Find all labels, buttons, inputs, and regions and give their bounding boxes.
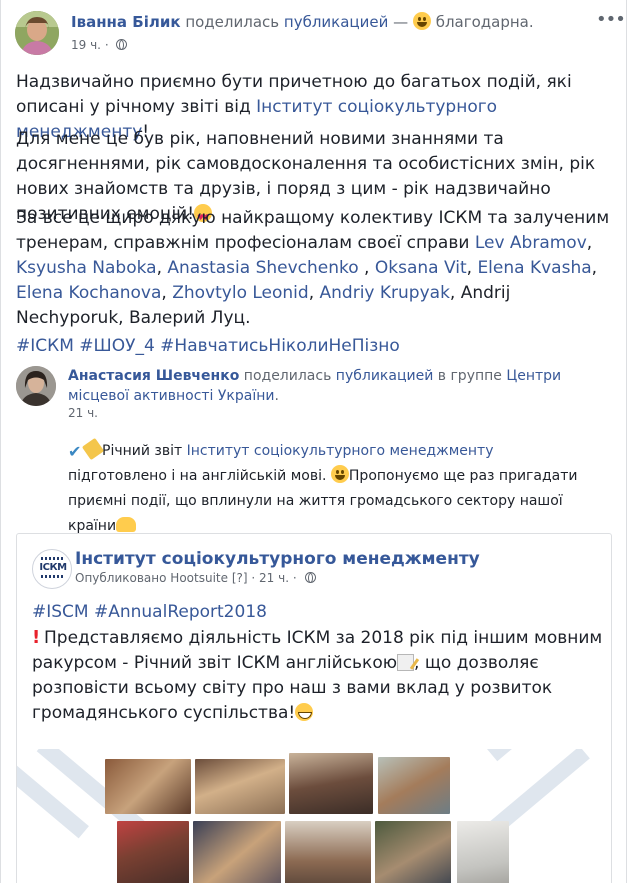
decor-stripe <box>487 749 611 762</box>
shared-text-part: Річний звіт <box>102 443 187 459</box>
post-link[interactable]: публикацией <box>284 13 388 31</box>
shared-post-link[interactable]: публикацией <box>336 368 434 384</box>
globe-icon[interactable] <box>116 39 128 50</box>
separator: , <box>358 258 375 278</box>
author-avatar[interactable] <box>15 11 59 55</box>
tag-person[interactable]: Anastasia Shevchenko <box>167 258 358 278</box>
institute-logo[interactable]: ІСКМ <box>32 549 72 589</box>
shared-header: Анастасия Шевченко поделилась публикацие… <box>68 366 608 406</box>
separator: , <box>466 258 478 278</box>
annual-report-image[interactable] <box>17 749 611 883</box>
tag-person[interactable]: Lev Abramov <box>475 233 587 253</box>
grinning-face-icon <box>295 703 314 721</box>
shared-action: поделилась <box>243 368 332 384</box>
meta-dot: · <box>292 571 297 585</box>
shared-author-name[interactable]: Анастасия Шевченко <box>68 368 239 384</box>
action-text: поделилась <box>185 13 280 31</box>
author-name[interactable]: Іванна Білик <box>71 13 181 31</box>
hashtag[interactable]: #ШОУ_4 <box>79 336 154 356</box>
report-photo <box>195 759 285 814</box>
card-time[interactable]: 21 ч. <box>259 571 289 585</box>
feed-post: Іванна Білик поделилась публикацией — бл… <box>0 0 627 883</box>
tag-person[interactable]: Oksana Vit <box>375 258 467 278</box>
report-photo <box>105 759 191 814</box>
separator: , <box>161 283 173 303</box>
dash: — <box>393 13 409 31</box>
card-meta: Опубликовано Hootsuite [?] · 21 ч. · <box>75 571 316 585</box>
report-photo <box>375 821 451 883</box>
period: . <box>274 388 279 404</box>
separator: , <box>591 258 598 278</box>
open-hands-icon <box>116 517 137 532</box>
logo-text: ІСКМ <box>39 562 67 573</box>
shared-text-part: підготовлено і на англійській мові. <box>68 468 331 484</box>
meta-dot: · <box>251 571 256 585</box>
report-photo <box>193 821 281 883</box>
tag-person[interactable]: Ksyusha Naboka <box>16 258 157 278</box>
globe-icon[interactable] <box>304 572 316 583</box>
report-photo <box>285 821 371 883</box>
shared-page-card[interactable]: ІСКМ Інститут соціокультурного менеджмен… <box>16 533 612 883</box>
more-horizontal-icon[interactable]: ••• <box>596 11 626 30</box>
shared-author-avatar[interactable] <box>16 366 56 406</box>
separator: , <box>308 283 320 303</box>
report-photo <box>289 753 373 814</box>
meta-dot: · <box>104 38 109 52</box>
feeling-text: благодарна. <box>435 13 534 31</box>
memo-icon <box>397 654 415 671</box>
shared-text: ✔ Річний звіт Інститут соціокультурного м… <box>68 437 588 539</box>
help-link[interactable]: [?] <box>232 571 248 585</box>
tag-person[interactable]: Zhovtylo Leonid <box>172 283 308 303</box>
hashtag[interactable]: #ІСКМ <box>16 336 74 356</box>
tag-person[interactable]: Elena Kochanova <box>16 283 161 303</box>
hashtag[interactable]: #НавчатисьНіколиНеПізно <box>160 336 400 356</box>
post-header: Іванна Білик поделилась публикацией — бл… <box>71 12 534 32</box>
tag-person[interactable]: Elena Kvasha <box>477 258 591 278</box>
report-photo <box>117 821 189 883</box>
post-meta: 19 ч. · <box>71 38 128 52</box>
separator: , <box>156 258 168 278</box>
post-paragraph-3: За все це щиро дякую найкращому колектив… <box>16 206 616 331</box>
exclamation-icon: ! <box>32 627 41 648</box>
post-time[interactable]: 19 ч. <box>71 38 101 52</box>
pencil-icon <box>81 437 105 461</box>
report-photo <box>378 757 450 814</box>
tag-person[interactable]: Andriy Krupyak <box>320 283 450 303</box>
published-label: Опубликовано <box>75 571 167 585</box>
hashtags: #ІСКМ #ШОУ_4 #НавчатисьНіколиНеПізно <box>16 334 400 359</box>
in-group-text: в группе <box>437 368 502 384</box>
page-name[interactable]: Інститут соціокультурного менеджменту <box>75 549 480 569</box>
shared-institute-link[interactable]: Інститут соціокультурного менеджменту <box>187 443 494 459</box>
shared-time[interactable]: 21 ч. <box>68 406 98 420</box>
separator: , <box>586 233 593 253</box>
card-hashtags[interactable]: #ISCM #AnnualReport2018 <box>32 600 267 625</box>
tool-name[interactable]: Hootsuite <box>170 571 228 585</box>
smiling-face-icon <box>330 465 349 483</box>
smiling-face-icon <box>412 12 431 30</box>
card-text: ! Представляємо діяльність ІСКМ за 2018 р… <box>32 625 607 726</box>
report-photo <box>457 821 509 883</box>
